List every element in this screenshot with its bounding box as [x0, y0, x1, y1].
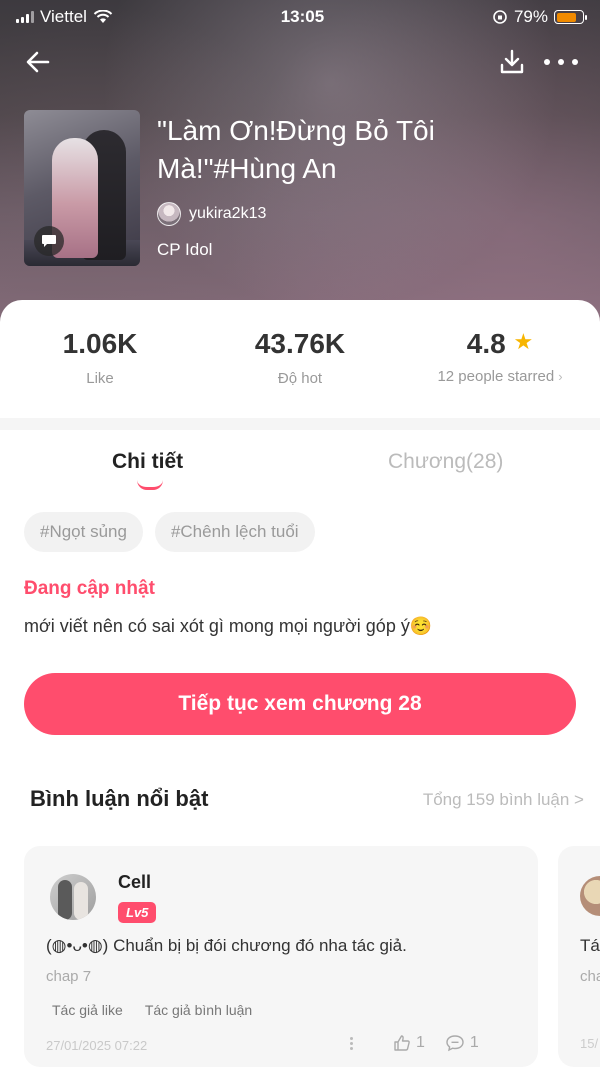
story-cover-image[interactable]	[24, 110, 140, 266]
story-title: "Làm Ơn!Đừng Bỏ Tôi Mà!"#Hùng An	[157, 115, 435, 184]
author-name: yukira2k13	[189, 205, 267, 222]
stats-card: 1.06K Like 43.76K Độ hot 4.8 ★ 12 people…	[0, 300, 600, 418]
more-options-icon[interactable]	[544, 48, 578, 76]
story-category[interactable]: CP Idol	[157, 240, 212, 260]
commenter-name[interactable]: Cell	[118, 872, 151, 893]
battery-icon	[554, 10, 587, 24]
comment-date: 15/	[580, 1036, 599, 1051]
status-bar: Viettel 13:05 79%	[0, 0, 600, 34]
author-row[interactable]: yukira2k13	[157, 202, 266, 226]
likes-label: Like	[86, 370, 114, 387]
continue-reading-button[interactable]: Tiếp tục xem chương 28	[24, 673, 576, 735]
rating-value: 4.8	[466, 328, 506, 359]
all-comments-link[interactable]: Tổng 159 bình luận >	[423, 790, 584, 810]
tab-detail[interactable]: Chi tiết	[112, 450, 183, 474]
rating-label: 12 people starred	[437, 368, 555, 385]
download-icon[interactable]	[498, 48, 526, 76]
level-badge: Lv5	[118, 902, 157, 923]
update-status: Đang cập nhật	[24, 578, 155, 599]
comment-card[interactable]: Tá cha 15/	[558, 846, 600, 1067]
carrier-label: Viettel	[40, 7, 87, 26]
comment-reply-count: 1	[469, 1034, 479, 1051]
author-avatar	[157, 202, 181, 226]
orientation-lock-icon	[493, 10, 507, 24]
section-divider	[0, 418, 600, 430]
comment-date: 27/01/2025 07:22	[46, 1038, 148, 1053]
tag-chip[interactable]: #Ngọt sủng	[24, 512, 143, 552]
story-header: Viettel 13:05 79% "Làm Ơn!Đừng Bỏ Tôi Mà…	[0, 0, 600, 330]
comment-actions: 1 1	[350, 1034, 479, 1052]
likes-count: 1.06K	[62, 328, 138, 359]
reply-bubble-icon	[446, 1035, 464, 1052]
author-liked-badge: Tác giả like	[52, 1002, 123, 1018]
author-replied-badge: Tác giả bình luận	[144, 1002, 253, 1018]
back-arrow-icon[interactable]	[24, 48, 54, 76]
likes-stat: 1.06K Like	[40, 328, 160, 387]
battery-percent: 79%	[513, 7, 548, 26]
tab-bar: Chi tiết Chương(28)	[0, 430, 600, 500]
comment-badges: Tác giả like Tác giả bình luận	[46, 1000, 258, 1020]
star-icon: ★	[513, 329, 534, 354]
wifi-icon	[93, 10, 113, 23]
comment-card[interactable]: Cell Lv5 (◍•ᴗ•◍) Chuẩn bị bị đói chương …	[24, 846, 538, 1067]
clock: 13:05	[280, 7, 325, 26]
comments-heading: Bình luận nổi bật	[30, 786, 209, 811]
hot-count: 43.76K	[254, 328, 346, 359]
comment-like-count: 1	[416, 1034, 425, 1051]
comment-like-button[interactable]: 1	[393, 1034, 425, 1052]
commenter-avatar[interactable]	[580, 876, 600, 916]
hot-label: Độ hot	[277, 370, 323, 387]
comment-chapter: chap 7	[46, 968, 92, 985]
commenter-avatar[interactable]	[50, 874, 96, 920]
active-tab-indicator	[137, 480, 163, 490]
rating-stat[interactable]: 4.8 ★ 12 people starred ›	[420, 328, 580, 385]
tag-list: #Ngọt sủng #Chênh lệch tuổi	[24, 512, 315, 552]
tag-chip[interactable]: #Chênh lệch tuổi	[154, 512, 315, 552]
story-description: mới viết nên có sai xót gì mong mọi ngườ…	[24, 616, 433, 636]
thumbs-up-icon	[394, 1035, 410, 1051]
hot-stat: 43.76K Độ hot	[230, 328, 370, 387]
chevron-right-icon: ›	[558, 369, 563, 384]
more-vertical-icon[interactable]	[350, 1036, 353, 1050]
comment-text: Tá	[580, 936, 600, 955]
comment-reply-button[interactable]: 1	[445, 1034, 479, 1052]
signal-icon	[16, 11, 34, 23]
comment-text: (◍•ᴗ•◍) Chuẩn bị bị đói chương đó nha tá…	[46, 936, 407, 955]
tab-chapters[interactable]: Chương(28)	[388, 450, 503, 474]
comment-chapter: cha	[580, 968, 600, 985]
chat-bubble-icon	[34, 226, 64, 256]
top-bar	[0, 40, 600, 84]
